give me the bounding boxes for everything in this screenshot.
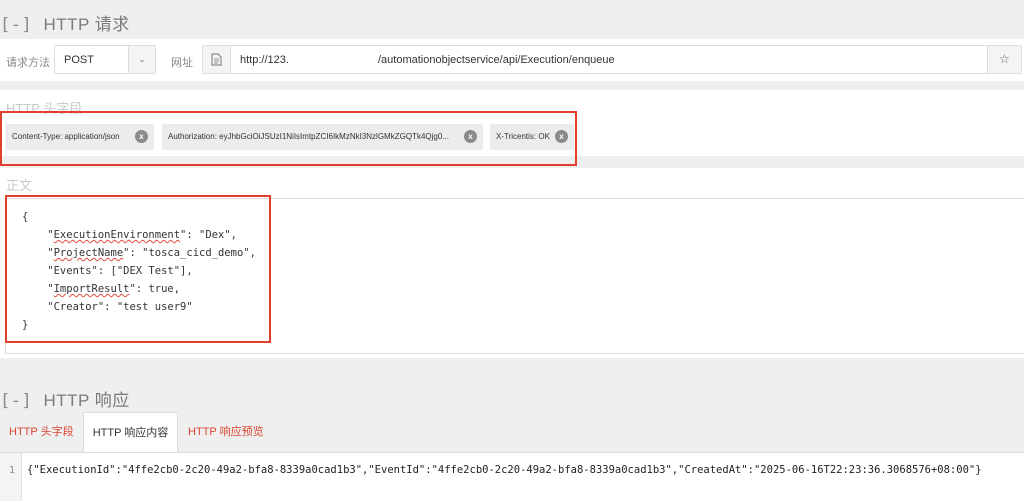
document-icon[interactable] (203, 46, 231, 73)
tab-response-content[interactable]: HTTP 响应内容 (83, 412, 178, 452)
response-content: {"ExecutionId":"4ffe2cb0-2c20-49a2-bfa8-… (27, 464, 982, 476)
line-gutter: 1 (0, 453, 22, 501)
highlight-box-headers (0, 111, 577, 166)
response-section-label: HTTP 响应 (43, 391, 130, 410)
chevron-down-icon[interactable]: ⌄ (128, 46, 155, 73)
collapse-toggle[interactable]: [-] (0, 15, 32, 35)
url-text-host: http://123. (240, 54, 289, 66)
method-label: 请求方法 (6, 57, 50, 69)
body-panel-label: 正文 (6, 178, 33, 193)
method-value: POST (64, 54, 94, 66)
url-text-path: /automationobjectservice/api/Execution/e… (378, 54, 615, 66)
line-number: 1 (9, 465, 16, 476)
response-tabs: HTTP 头字段 HTTP 响应内容 HTTP 响应预览 (0, 412, 1024, 452)
method-select[interactable]: POST ⌄ (54, 45, 156, 74)
star-icon[interactable]: ☆ (987, 46, 1021, 73)
highlight-box-body (5, 195, 271, 343)
response-viewer[interactable]: 1 {"ExecutionId":"4ffe2cb0-2c20-49a2-bfa… (0, 452, 1024, 501)
request-section-label: HTTP 请求 (43, 15, 130, 34)
collapse-toggle[interactable]: [-] (0, 391, 32, 411)
tab-response-headers[interactable]: HTTP 头字段 (9, 412, 74, 452)
request-row: 请求方法 POST ⌄ 网址 http://123. /automationob… (0, 39, 1024, 81)
url-input[interactable]: http://123. /automationobjectservice/api… (202, 45, 1022, 74)
tab-response-preview[interactable]: HTTP 响应预览 (188, 412, 264, 452)
url-label: 网址 (171, 57, 193, 69)
response-section-title[interactable]: [-] HTTP 响应 (0, 386, 130, 411)
request-section-title[interactable]: [-] HTTP 请求 (0, 10, 130, 35)
